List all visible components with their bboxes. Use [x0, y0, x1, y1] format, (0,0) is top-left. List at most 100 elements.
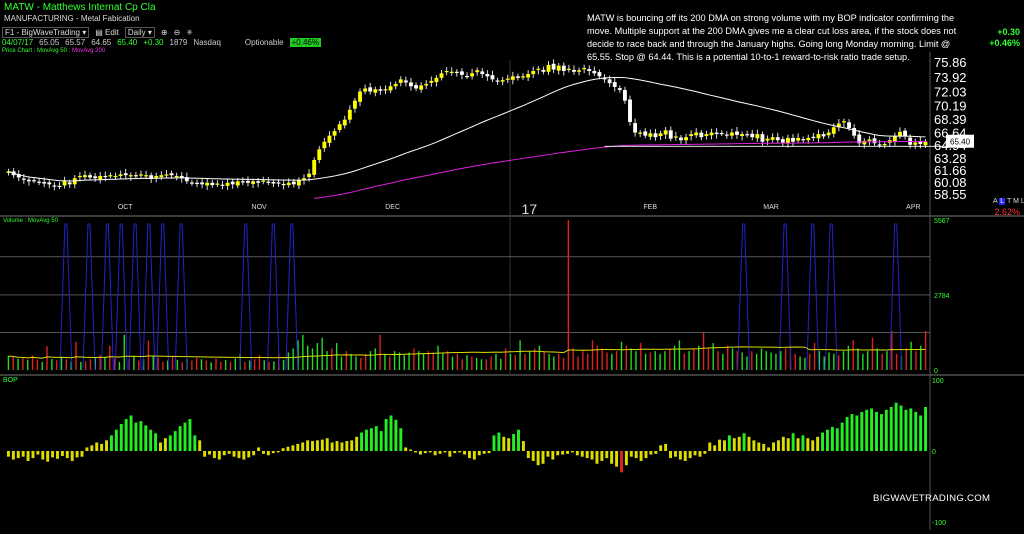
interval-dropdown[interactable]: Daily ▾: [124, 26, 155, 38]
price-candle: [903, 130, 908, 137]
volume-spike: [59, 223, 73, 371]
chevron-down-icon: ▾: [147, 27, 152, 37]
toolbar: F1 - BigWaveTrading ▾ ▤ Edit Daily ▾ ⊕ ⊖…: [2, 26, 193, 38]
price-candle: [673, 136, 678, 138]
price-candle: [215, 183, 220, 185]
price-candle: [37, 181, 42, 183]
price-candle: [393, 83, 398, 87]
chevron-down-icon: ▾: [82, 27, 87, 37]
price-candle: [312, 159, 317, 175]
price-candle: [709, 132, 714, 136]
quote-volume: 1879: [169, 38, 188, 47]
edit-button[interactable]: ▤ Edit: [95, 28, 119, 37]
price-candle: [322, 141, 327, 149]
price-candle: [118, 174, 123, 176]
ma50-legend: MovAvg 50: [37, 48, 67, 54]
side-tag-l[interactable]: L: [999, 198, 1006, 205]
edit-icon: ▤: [95, 27, 103, 37]
bop-tick-label: -100: [932, 520, 946, 527]
price-candle: [414, 85, 418, 89]
chart-window: 75.8673.9272.0370.1968.3966.6464.9463.28…: [0, 0, 1024, 534]
ma200-legend: MovAvg 200: [71, 48, 106, 54]
price-candle: [439, 73, 444, 78]
quote-high: 65.57: [65, 38, 86, 47]
side-pct: 2.62%: [994, 207, 1020, 217]
price-candle: [612, 82, 617, 87]
price-candle: [729, 132, 734, 136]
price-candle: [500, 80, 505, 82]
price-candle: [852, 128, 857, 136]
price-candle: [347, 109, 352, 120]
bop-legend: BOP: [3, 377, 18, 384]
price-candle: [291, 181, 296, 185]
price-candle: [638, 132, 643, 134]
price-candle: [388, 86, 393, 91]
price-candle: [801, 139, 806, 141]
price-candle: [230, 181, 235, 185]
price-candle: [307, 173, 312, 178]
quote-bar: 04/07/17 65.05 65.57 64.65 65.40 +0.30 1…: [2, 38, 321, 47]
right-change-abs: +0.30: [997, 27, 1020, 37]
price-candle: [398, 79, 403, 83]
price-candle: [286, 182, 291, 186]
price-candle: [847, 122, 851, 129]
price-candle: [409, 82, 413, 87]
price-candle: [714, 132, 719, 135]
price-candle: [47, 182, 52, 185]
side-tags: A L T M L: [993, 198, 1024, 205]
price-tick-label: 72.03: [934, 84, 967, 99]
quote-low: 64.65: [91, 38, 112, 47]
price-candle: [821, 134, 826, 137]
price-candle: [826, 132, 831, 136]
price-candle: [246, 180, 250, 183]
price-candle: [607, 79, 612, 84]
volume-spike: [737, 223, 751, 371]
price-candle: [592, 71, 597, 74]
zoom-in-icon[interactable]: ⊕: [161, 28, 168, 37]
price-candle: [556, 65, 561, 71]
price-candle: [383, 89, 388, 91]
price-candle: [21, 178, 26, 180]
price-candle: [663, 130, 668, 135]
price-candle: [266, 181, 271, 183]
price-candle: [561, 65, 566, 72]
price-candle: [189, 182, 194, 184]
price-candle: [566, 68, 571, 70]
price-candle: [831, 127, 836, 134]
price-candle: [724, 134, 729, 136]
side-tag-t[interactable]: T: [1007, 198, 1011, 205]
side-tag-a[interactable]: A: [993, 198, 997, 205]
price-candle: [205, 182, 210, 186]
price-candle: [52, 185, 57, 187]
price-candle: [582, 67, 587, 70]
settings-icon[interactable]: ✳: [186, 28, 193, 37]
price-candle: [271, 182, 276, 184]
price-candle: [617, 88, 622, 91]
price-candle: [653, 133, 658, 138]
price-candle: [220, 184, 225, 186]
price-candle: [546, 64, 551, 72]
price-candle: [719, 132, 724, 135]
price-candle: [256, 181, 261, 183]
price-candle: [32, 180, 36, 182]
price-candle: [465, 75, 469, 78]
price-candle: [93, 176, 98, 179]
brand-watermark: BIGWAVETRADING.COM: [873, 493, 991, 504]
price-candle: [98, 175, 103, 180]
time-tick-label: OCT: [118, 204, 134, 211]
price-candle: [67, 182, 72, 185]
price-candle: [26, 179, 31, 182]
price-candle: [77, 175, 82, 178]
price-tick-label: 58.55: [934, 187, 967, 202]
time-tick-label: NOV: [252, 204, 267, 211]
price-candle: [454, 71, 459, 73]
price-legend-prefix: Price Chart: [2, 48, 33, 54]
volume-spike: [156, 223, 170, 371]
price-tick-label: 73.92: [934, 70, 967, 85]
zoom-out-icon[interactable]: ⊖: [174, 28, 181, 37]
price-candle: [684, 137, 688, 141]
price-candle: [551, 63, 556, 70]
side-tag-m[interactable]: M: [1013, 198, 1019, 205]
volume-spike: [285, 223, 299, 371]
layout-dropdown[interactable]: F1 - BigWaveTrading ▾: [2, 26, 90, 38]
